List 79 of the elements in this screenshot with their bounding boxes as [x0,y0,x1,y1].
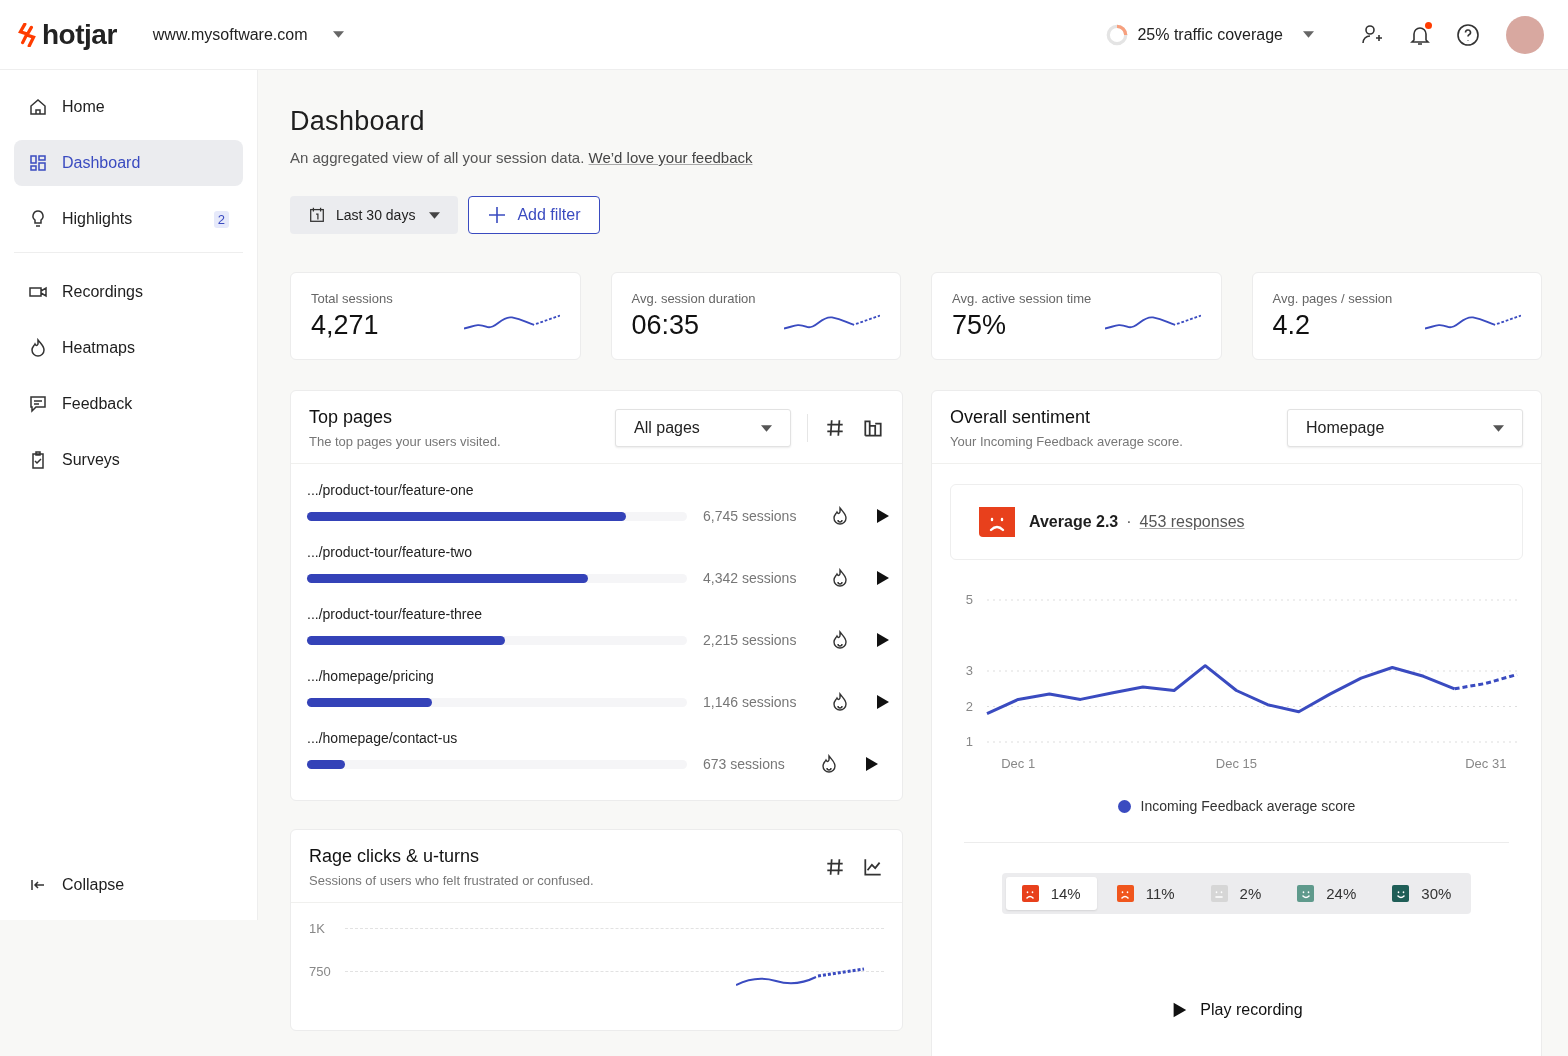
caret-icon [1493,424,1504,432]
stat-value: 75% [952,310,1008,341]
axis-label: 5 [965,592,973,607]
stat-label: Avg. pages / session [1272,291,1394,306]
card-title: Overall sentiment [950,407,1092,428]
sidebar-item[interactable]: Dashboard [14,140,243,186]
axis-label: Dec 1 [1000,756,1035,771]
feedback-link[interactable]: We’d love your feedback [588,149,753,166]
page-path[interactable]: .../homepage/pricing [307,668,876,684]
sidebar-item[interactable]: Heatmaps [14,325,243,371]
sad-face-icon [977,505,1017,539]
sidebar-item[interactable]: Highlights 2 [14,196,243,242]
page-path[interactable]: .../product-tour/feature-three [307,606,876,622]
line-chart-icon[interactable] [862,856,884,878]
session-count: 6,745 sessions [703,508,797,524]
sentiment-segment[interactable]: 11% [1100,877,1191,910]
stat-label: Avg. session duration [631,291,757,306]
session-count: 673 sessions [703,756,785,772]
sidebar-item[interactable]: Recordings [14,269,243,315]
sentiment-segment[interactable]: 30% [1376,877,1468,910]
caret-icon [333,31,345,38]
page-path[interactable]: .../product-tour/feature-one [307,482,876,498]
sidebar-item[interactable]: Home [14,84,243,130]
plus-icon [487,205,508,225]
legend-label: Incoming Feedback average score [1140,798,1356,814]
session-count: 4,342 sessions [703,570,797,586]
axis-label: 1 [965,734,973,749]
dashboard-icon [28,153,48,173]
average-score: Average 2.3 [1029,513,1119,531]
axis-label: Dec 31 [1464,756,1506,771]
count-badge: 2 [213,210,229,228]
sentiment-segment[interactable]: 14% [1005,877,1097,910]
card-title: Top pages [309,407,394,428]
card-description: Your Incoming Feedback average score. [950,434,1184,449]
traffic-coverage-dropdown[interactable]: 25% traffic coverage [1099,21,1320,48]
page-dropdown[interactable]: Homepage [1287,409,1523,447]
coverage-ring [1105,22,1130,47]
add-filter-button[interactable]: Add filter [468,196,600,234]
stat-value: 06:35 [631,310,701,341]
calendar-icon [308,206,326,224]
caret-icon [761,424,772,432]
axis-label: 2 [965,698,973,714]
stat-label: Avg. active session time [952,291,1093,306]
hash-icon[interactable] [824,856,846,878]
flame-icon [28,338,48,358]
axis-label: 3 [965,663,973,678]
card-description: Sessions of users who felt frustrated or confused. [309,873,595,888]
session-count: 2,215 sessions [703,632,797,648]
sentiment-segment[interactable]: 24% [1281,877,1373,910]
caret-icon [429,211,441,219]
session-count: 1,146 sessions [703,694,797,710]
axis-label: 1K [309,921,326,936]
pages-dropdown[interactable]: All pages [615,409,791,447]
sentiment-segment[interactable]: 2% [1194,877,1278,910]
stat-value: 4,271 [311,310,380,341]
hash-icon[interactable] [824,417,846,439]
help-icon[interactable] [1456,22,1480,47]
date-range-dropdown[interactable]: Last 30 days [290,196,459,234]
axis-label: Dec 15 [1215,756,1257,771]
stat-label: Total sessions [311,291,394,306]
page-description: An aggregated view of all your session data. [290,149,585,166]
site-selector[interactable]: www.mysoftware.com [146,24,351,45]
hotjar-logo[interactable]: hotjar [18,18,117,51]
sidebar-item[interactable]: Feedback [14,381,243,427]
chat-icon [28,394,48,414]
card-description: The top pages your users visited. [309,434,502,449]
caret-icon [1303,31,1314,38]
collapse-button[interactable]: Collapse [14,862,243,908]
home-icon [28,97,48,117]
axis-label: 750 [309,964,332,979]
sidebar-item[interactable]: Surveys [14,437,243,483]
responses-link[interactable]: 453 responses [1139,513,1245,531]
stat-value: 4.2 [1272,310,1312,341]
play-recording-button[interactable]: Play recording [1164,1000,1309,1020]
separator: · [1126,513,1132,531]
page-path[interactable]: .../product-tour/feature-two [307,544,876,560]
page-path[interactable]: .../homepage/contact-us [307,730,876,746]
page-title: Dashboard [290,106,426,137]
card-title: Rage clicks & u-turns [309,846,481,867]
